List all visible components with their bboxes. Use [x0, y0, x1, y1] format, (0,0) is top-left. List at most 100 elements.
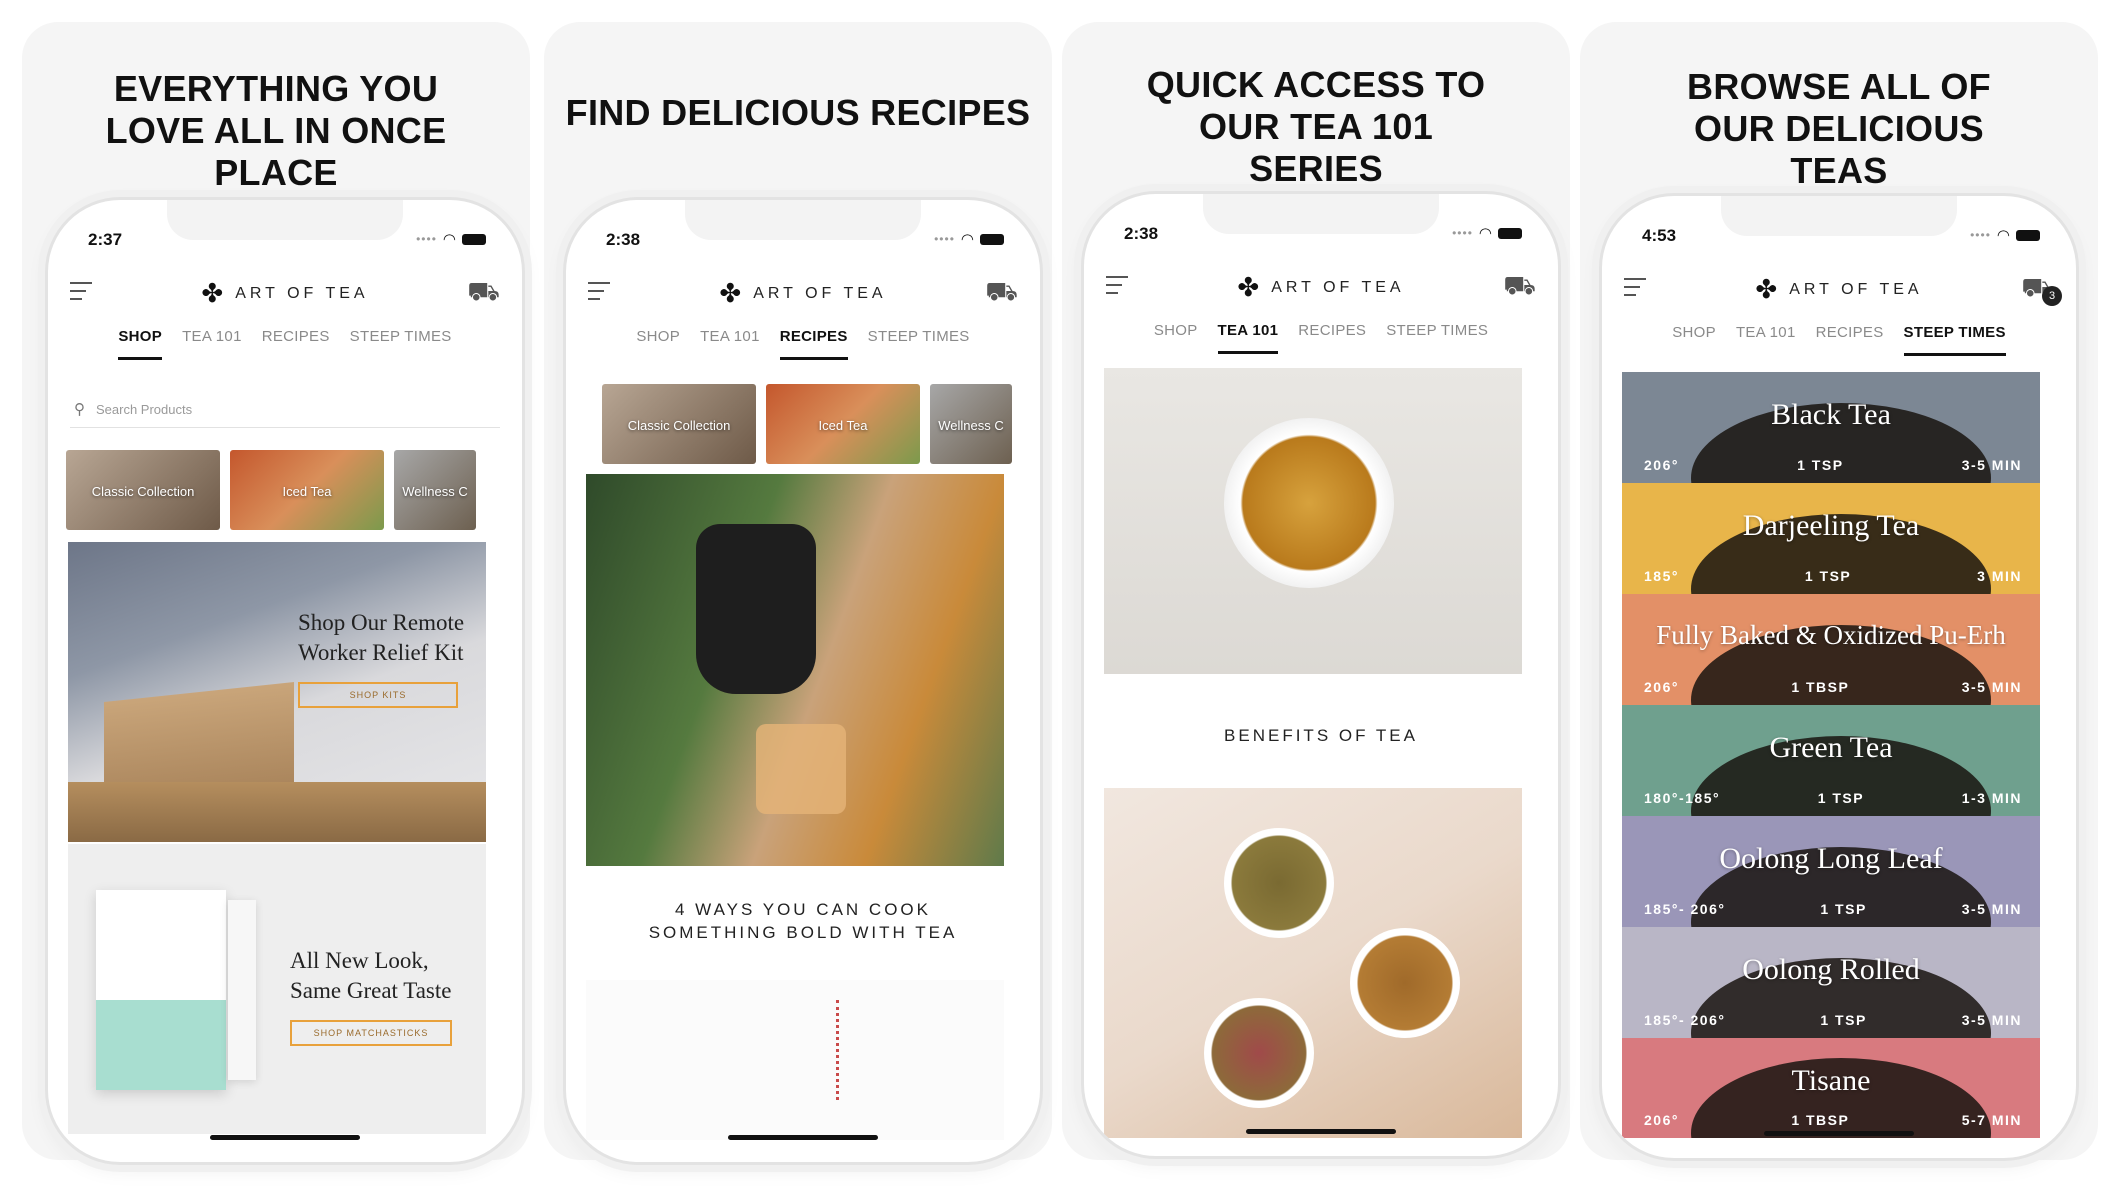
phone-frame: 2:38 •••• ◠ ✤ ART OF TEA ⛟ SHOP TEA 101 R…	[566, 200, 1040, 1162]
tab-steep-times[interactable]: STEEP TIMES	[1903, 324, 2006, 356]
shop-matchasticks-button[interactable]: SHOP MATCHASTICKS	[290, 1020, 452, 1046]
steep-temperature: 180°-185°	[1644, 790, 1721, 806]
steep-temperature: 185°- 206°	[1644, 1012, 1726, 1028]
collection-card-iced[interactable]: Iced Tea	[766, 384, 920, 464]
steep-duration: 3-5 MIN	[1961, 1012, 2022, 1028]
tab-recipes[interactable]: RECIPES	[1816, 324, 1884, 356]
tea-name: Oolong Rolled	[1742, 953, 1920, 986]
status-icons: •••• ◠	[1970, 226, 2040, 244]
steep-temperature: 206°	[1644, 679, 1679, 695]
article-caption[interactable]: BENEFITS OF TEA	[1084, 724, 1558, 747]
signal-icon: ••••	[1970, 228, 1991, 242]
loose-tea-image[interactable]	[1104, 788, 1522, 1138]
logo-flower-icon: ✤	[201, 278, 228, 308]
brand-logo[interactable]: ✤ ART OF TEA	[1602, 274, 2076, 305]
signal-icon: ••••	[1452, 226, 1473, 240]
brand-logo[interactable]: ✤ ART OF TEA	[566, 278, 1040, 309]
search-placeholder: Search Products	[96, 402, 193, 417]
home-indicator[interactable]	[1246, 1129, 1396, 1134]
steep-row-tisane[interactable]: Tisane 206° 1 TBSP 5-7 MIN	[1622, 1038, 2040, 1138]
brand-logo[interactable]: ✤ ART OF TEA	[1084, 272, 1558, 303]
steep-duration: 5-7 MIN	[1961, 1112, 2022, 1128]
steep-row-pu-erh[interactable]: Fully Baked & Oxidized Pu-Erh 206° 1 TBSP…	[1622, 594, 2040, 705]
steep-duration: 3-5 MIN	[1961, 901, 2022, 917]
recipe-caption[interactable]: 4 WAYS YOU CAN COOK SOMETHING BOLD WITH …	[566, 898, 1040, 944]
tea-bowl-3	[1204, 998, 1314, 1108]
steep-info: 180°-185° 1 TSP 1-3 MIN	[1644, 790, 2022, 806]
steep-amount: 1 TSP	[1804, 568, 1852, 584]
status-icons: •••• ◠	[1452, 224, 1522, 242]
splash-icon	[836, 1000, 896, 1100]
tab-shop[interactable]: SHOP	[118, 328, 163, 360]
cart-basket-icon[interactable]: ⛟	[985, 276, 1018, 311]
phone-frame: 2:38 •••• ◠ ✤ ART OF TEA ⛟ SHOP TEA 101 R…	[1084, 194, 1558, 1156]
search-input[interactable]: ⚲ Search Products	[70, 396, 500, 428]
tab-tea-101[interactable]: TEA 101	[700, 328, 760, 360]
steep-info: 206° 1 TBSP 3-5 MIN	[1644, 679, 2022, 695]
steep-amount: 1 TSP	[1797, 457, 1844, 473]
shop-kits-button[interactable]: SHOP KITS	[298, 682, 458, 708]
recipe-hero-image[interactable]	[586, 474, 1004, 866]
tab-shop[interactable]: SHOP	[1154, 322, 1198, 354]
steep-temperature: 185°	[1644, 568, 1679, 584]
collection-card-wellness[interactable]: Wellness C	[394, 450, 476, 530]
steep-info: 185° 1 TSP 3 MIN	[1644, 568, 2022, 584]
logo-flower-icon: ✤	[719, 278, 746, 308]
steep-row-black-tea[interactable]: Black Tea 206° 1 TSP 3-5 MIN	[1622, 372, 2040, 483]
tab-steep-times[interactable]: STEEP TIMES	[350, 328, 452, 360]
cart-count-badge: 3	[2042, 286, 2062, 306]
collection-card-classic[interactable]: Classic Collection	[602, 384, 756, 464]
wifi-icon: ◠	[960, 231, 974, 248]
cart-basket-icon[interactable]: ⛟	[1503, 270, 1536, 305]
tab-tea-101[interactable]: TEA 101	[182, 328, 242, 360]
signal-icon: ••••	[934, 232, 955, 246]
status-icons: •••• ◠	[934, 230, 1004, 248]
steep-row-oolong-long-leaf[interactable]: Oolong Long Leaf 185°- 206° 1 TSP 3-5 MIN	[1622, 816, 2040, 927]
promo-banner-remote-kit[interactable]: Shop Our Remote Worker Relief Kit SHOP K…	[68, 542, 486, 842]
cart-basket-icon[interactable]: ⛟	[467, 276, 500, 311]
panel-headline: EVERYTHING YOU LOVE ALL IN ONCE PLACE	[105, 68, 447, 193]
tab-tea-101[interactable]: TEA 101	[1736, 324, 1796, 356]
matchasticks-box-image	[96, 890, 226, 1090]
phone-frame: 2:37 •••• ◠ ✤ ART OF TEA ⛟ SHOP TEA 101 R…	[48, 200, 522, 1162]
home-indicator[interactable]	[728, 1135, 878, 1140]
tab-steep-times[interactable]: STEEP TIMES	[868, 328, 970, 360]
panel-headline: QUICK ACCESS TO OUR TEA 101 SERIES	[1146, 64, 1486, 189]
phone-notch	[1203, 194, 1439, 234]
tab-shop[interactable]: SHOP	[636, 328, 680, 360]
collection-card-wellness[interactable]: Wellness C	[930, 384, 1012, 464]
tea-name: Tisane	[1791, 1064, 1871, 1097]
collection-carousel: Classic Collection Iced Tea Wellness C	[66, 450, 476, 530]
screenshot-panel-1: EVERYTHING YOU LOVE ALL IN ONCE PLACE 2:…	[22, 22, 530, 1162]
tab-shop[interactable]: SHOP	[1672, 324, 1716, 356]
steep-temperature: 206°	[1644, 1112, 1679, 1128]
status-time: 2:38	[1124, 224, 1159, 243]
steep-duration: 3 MIN	[1977, 568, 2022, 584]
tab-steep-times[interactable]: STEEP TIMES	[1386, 322, 1488, 354]
tea-cup-image[interactable]	[1104, 368, 1522, 674]
home-indicator[interactable]	[210, 1135, 360, 1140]
logo-flower-icon: ✤	[1755, 274, 1782, 304]
phone-frame: 4:53 •••• ◠ ✤ ART OF TEA ⛟ 3 SHOP TEA 101…	[1602, 196, 2076, 1158]
app-bar: ✤ ART OF TEA ⛟	[566, 270, 1040, 314]
steep-row-green-tea[interactable]: Green Tea 180°-185° 1 TSP 1-3 MIN	[1622, 705, 2040, 816]
battery-icon	[2016, 229, 2040, 241]
brand-logo[interactable]: ✤ ART OF TEA	[48, 278, 522, 309]
collection-card-classic[interactable]: Classic Collection	[66, 450, 220, 530]
tab-recipes[interactable]: RECIPES	[262, 328, 330, 360]
home-indicator[interactable]	[1764, 1131, 1914, 1136]
promo-title: All New Look, Same Great Taste	[290, 948, 452, 1003]
tab-recipes[interactable]: RECIPES	[1298, 322, 1366, 354]
screenshot-panel-3: QUICK ACCESS TO OUR TEA 101 SERIES 2:38 …	[1062, 22, 1570, 1160]
steep-row-darjeeling-tea[interactable]: Darjeeling Tea 185° 1 TSP 3 MIN	[1622, 483, 2040, 594]
tab-recipes[interactable]: RECIPES	[779, 328, 848, 360]
logo-flower-icon: ✤	[1237, 272, 1264, 302]
tab-tea-101[interactable]: TEA 101	[1217, 322, 1279, 354]
tab-bar: SHOP TEA 101 RECIPES STEEP TIMES	[1084, 322, 1558, 354]
promo-banner-matchasticks[interactable]: All New Look, Same Great Taste SHOP MATC…	[68, 844, 486, 1134]
steep-row-oolong-rolled[interactable]: Oolong Rolled 185°- 206° 1 TSP 3-5 MIN	[1622, 927, 2040, 1038]
steep-duration: 3-5 MIN	[1961, 679, 2022, 695]
collection-card-iced[interactable]: Iced Tea	[230, 450, 384, 530]
matchasticks-stick-image	[228, 900, 256, 1080]
steep-duration: 3-5 MIN	[1961, 457, 2022, 473]
